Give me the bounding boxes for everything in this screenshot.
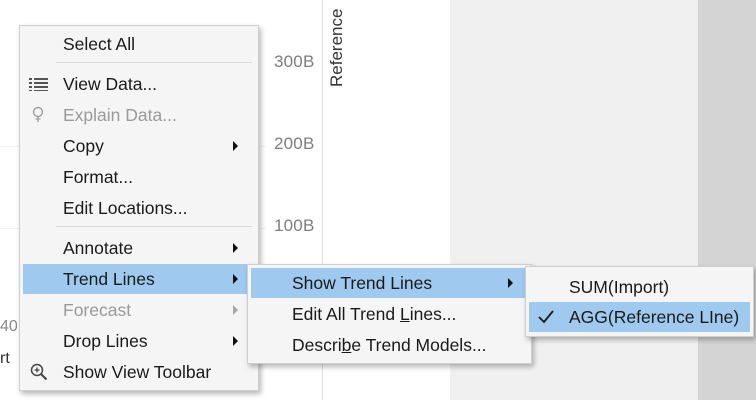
menu-item-forecast: Forecast [20,295,258,325]
checkmark-icon [538,310,554,324]
menu-item-drop-lines[interactable]: Drop Lines [20,326,258,356]
show-trend-lines-submenu: SUM(Import) AGG(Reference LIne) [525,266,754,337]
clipped-axis-number: 40 [0,318,18,335]
axis-tick-200b: 200B [274,134,315,153]
table-icon [29,78,48,91]
menu-item-label: Trend Lines [63,268,155,289]
menu-item-label: Drop Lines [63,330,148,351]
menu-item-label: Annotate [63,237,134,258]
submenu-arrow-icon [233,274,238,284]
menu-separator [56,226,252,227]
menu-item-label: Copy [63,135,104,156]
menu-item-show-trend-lines[interactable]: Show Trend Lines [251,268,528,298]
menu-item-label: Show Trend Lines [292,272,433,293]
clipped-label: rt [0,350,10,367]
trend-lines-submenu: Show Trend Lines Edit All Trend Lines...… [247,264,532,364]
submenu-arrow-icon [508,278,513,288]
menu-item-label: Format... [63,166,134,187]
menu-item-show-view-toolbar[interactable]: Show View Toolbar [20,357,258,387]
axis-title: Reference [327,8,346,87]
menu-item-agg-reference-line[interactable]: AGG(Reference LIne) [529,302,750,332]
menu-item-label: Show View Toolbar [63,361,212,382]
menu-item-explain-data: Explain Data... [20,100,258,130]
menu-item-label: Edit Locations... [63,197,188,218]
menu-item-format[interactable]: Format... [20,162,258,192]
menu-item-sum-import[interactable]: SUM(Import) [526,272,753,302]
menu-item-describe-trend-models[interactable]: Describe Trend Models... [248,330,531,360]
menu-item-select-all[interactable]: Select All [20,29,258,59]
menu-item-label: Edit All Trend Lines... [292,303,457,324]
menu-item-trend-lines[interactable]: Trend Lines [23,264,255,294]
menu-item-label: Explain Data... [63,104,177,125]
submenu-arrow-icon [233,141,238,151]
submenu-arrow-icon [233,305,238,315]
axis-tick-100b: 100B [274,216,315,235]
menu-separator [56,62,252,63]
submenu-arrow-icon [233,336,238,346]
menu-item-label: Forecast [63,299,132,320]
menu-item-annotate[interactable]: Annotate [20,233,258,263]
menu-item-copy[interactable]: Copy [20,131,258,161]
menu-item-view-data[interactable]: View Data... [20,69,258,99]
axis-tick-300b: 300B [274,52,315,71]
zoom-in-icon [30,363,48,381]
menu-item-label: SUM(Import) [569,276,670,297]
menu-item-label: View Data... [63,73,158,94]
submenu-arrow-icon [233,243,238,253]
menu-item-label: AGG(Reference LIne) [569,306,740,327]
menu-item-edit-locations[interactable]: Edit Locations... [20,193,258,223]
context-menu: Select All View Data... Explain Data... … [19,25,259,391]
menu-item-edit-all-trend-lines[interactable]: Edit All Trend Lines... [248,299,531,329]
menu-item-label: Select All [63,33,135,54]
menu-item-label: Describe Trend Models... [292,334,487,355]
lightbulb-icon [32,106,44,122]
side-panel [698,0,756,400]
